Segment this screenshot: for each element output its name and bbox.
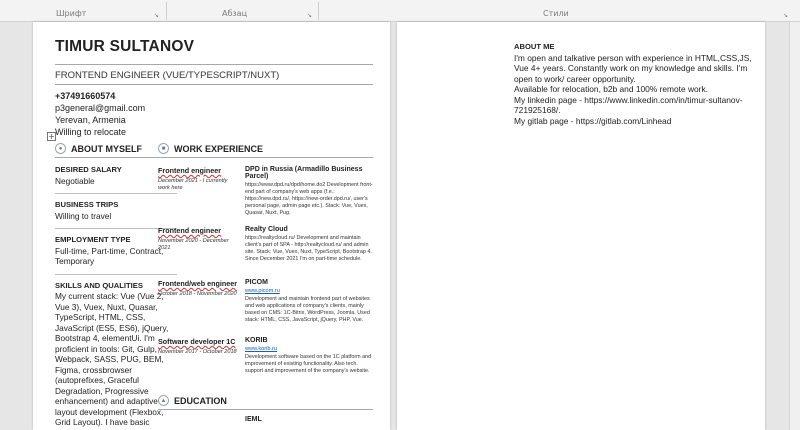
document-page-1[interactable]: TIMUR SULTANOV FRONTEND ENGINEER (VUE/TY… bbox=[33, 22, 390, 430]
job-link[interactable]: www.picom.ru bbox=[245, 288, 373, 294]
divider bbox=[158, 157, 373, 158]
job-3-meta: Frontend/web engineer October 2018 - Nov… bbox=[158, 279, 238, 298]
divider bbox=[55, 84, 373, 85]
person-icon: ● bbox=[55, 143, 66, 154]
job-period: October 2018 - November 2020 bbox=[158, 291, 237, 297]
phone-number: +37491660574 bbox=[55, 91, 116, 101]
about-me-line: 721925168/. bbox=[514, 105, 561, 115]
job-description: https://realtycloud.ru/ Development and … bbox=[245, 235, 372, 262]
job-period: December 2021 - I currently work here bbox=[158, 178, 228, 191]
job-2-details: Realty Cloud https://realtycloud.ru/ Dev… bbox=[245, 226, 373, 263]
job-period: November 2017 - October 2018 bbox=[158, 349, 237, 355]
business-trips-block: BUSINESS TRIPS Willing to travel bbox=[55, 200, 177, 221]
job-company: KORIB bbox=[245, 337, 268, 344]
divider bbox=[55, 193, 177, 194]
vertical-scrollbar[interactable] bbox=[789, 22, 800, 430]
location: Yerevan, Armenia bbox=[55, 115, 126, 125]
job-company: DPD in Russia (Armadillo Business Parcel… bbox=[245, 166, 363, 180]
about-myself-heading: ● ABOUT MYSELF bbox=[55, 143, 142, 154]
education-heading: ▲ EDUCATION bbox=[158, 395, 227, 406]
job-period: November 2020 - December 2021 bbox=[158, 238, 229, 251]
email-address: p3general@gmail.com bbox=[55, 103, 146, 113]
business-trips-value: Willing to travel bbox=[55, 210, 112, 221]
styles-dialog-launcher-icon[interactable]: ↘ bbox=[782, 12, 789, 19]
resume-name: TIMUR SULTANOV bbox=[55, 38, 195, 55]
about-me-line: I'm open and talkative person with exper… bbox=[514, 52, 752, 63]
ribbon-separator bbox=[318, 2, 319, 20]
job-description: https://www.dpd.ru/dpd/home.do2 Developm… bbox=[245, 182, 373, 216]
document-page-2[interactable]: ABOUT ME I'm open and talkative person w… bbox=[397, 22, 765, 430]
ribbon-group-paragraph: Абзац bbox=[222, 9, 248, 18]
divider bbox=[55, 64, 373, 65]
job-link[interactable]: www.korib.ru bbox=[245, 346, 373, 352]
relocate-status: Willing to relocate bbox=[55, 127, 127, 137]
move-handle-icon[interactable]: + bbox=[47, 132, 56, 141]
job-company: Realty Cloud bbox=[245, 226, 288, 233]
resume-position: FRONTEND ENGINEER (VUE/TYPESCRIPT/NUXT) bbox=[55, 70, 280, 81]
job-4-meta: Software developer 1C November 2017 - Oc… bbox=[158, 337, 238, 356]
graduation-cap-icon: ▲ bbox=[158, 395, 169, 406]
ribbon-separator bbox=[166, 2, 167, 20]
paragraph-dialog-launcher-icon[interactable]: ↘ bbox=[306, 12, 313, 19]
job-title: Software developer 1C bbox=[158, 337, 236, 346]
job-title: Frontend engineer bbox=[158, 166, 222, 175]
divider bbox=[55, 157, 165, 158]
about-me-block: ABOUT ME I'm open and talkative person w… bbox=[514, 42, 754, 126]
education-title: EDUCATION bbox=[174, 395, 227, 406]
business-trips-label: BUSINESS TRIPS bbox=[55, 200, 119, 209]
briefcase-icon: ■ bbox=[158, 143, 169, 154]
about-me-line: Available for relocation, b2b and 100% r… bbox=[514, 84, 708, 94]
about-me-line: Vue 4+ years. Constantly work on my know… bbox=[514, 63, 748, 73]
job-1-details: DPD in Russia (Armadillo Business Parcel… bbox=[245, 166, 373, 217]
divider bbox=[158, 409, 373, 410]
job-3-details: PICOM www.picom.ru Development and maint… bbox=[245, 279, 373, 324]
about-myself-title: ABOUT MYSELF bbox=[71, 143, 142, 154]
job-title: Frontend engineer bbox=[158, 226, 222, 235]
about-me-heading: ABOUT ME bbox=[514, 42, 555, 51]
job-title: Frontend/web engineer bbox=[158, 279, 238, 288]
about-me-line: open to work/ career opportunity. bbox=[514, 73, 636, 84]
about-me-line: My linkedin page - https://www.linkedin.… bbox=[514, 94, 743, 105]
divider bbox=[55, 273, 177, 275]
job-1-meta: Frontend engineer December 2021 - I curr… bbox=[158, 166, 238, 192]
ribbon-group-styles: Стили bbox=[543, 9, 569, 18]
job-4-details: KORIB www.korib.ru Development software … bbox=[245, 337, 373, 375]
ribbon-group-labels: Шрифт ↘ Абзац ↘ Стили ↘ bbox=[0, 0, 800, 22]
job-2-meta: Frontend engineer November 2020 - Decemb… bbox=[158, 226, 238, 252]
font-dialog-launcher-icon[interactable]: ↘ bbox=[153, 12, 160, 19]
job-company: PICOM bbox=[245, 279, 268, 286]
education-entry: IEML bbox=[245, 416, 373, 423]
work-experience-heading: ■ WORK EXPERIENCE bbox=[158, 143, 263, 154]
work-experience-title: WORK EXPERIENCE bbox=[174, 143, 264, 154]
about-me-line: My gitlab page - https://gitlab.com/Linh… bbox=[514, 115, 672, 126]
skills-value: My current stack: Vue (Vue 2, Vue 3), Vu… bbox=[55, 291, 169, 427]
contacts-block: +37491660574 p3general@gmail.com Yerevan… bbox=[55, 90, 145, 138]
ribbon-group-font: Шрифт bbox=[56, 9, 87, 18]
job-description: Development software based on the 1C pla… bbox=[245, 354, 372, 374]
education-org: IEML bbox=[245, 416, 262, 423]
job-description: Development and maintain frontend part o… bbox=[245, 296, 370, 323]
